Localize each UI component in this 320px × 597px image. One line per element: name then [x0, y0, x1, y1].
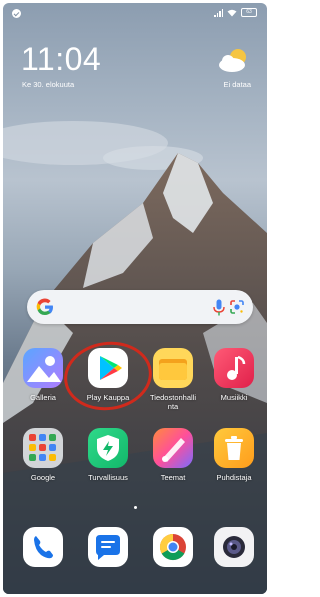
app-label: Galleria [30, 393, 56, 402]
dock-messages[interactable] [83, 527, 133, 567]
app-label: Teemat [160, 473, 186, 482]
gallery-icon [23, 348, 63, 388]
app-label: Musiikki [220, 393, 248, 402]
app-teemat[interactable]: Teemat [148, 428, 198, 482]
app-tiedostonhallinta[interactable]: Tiedostonhallinta [148, 348, 198, 411]
weather-label[interactable]: Ei dataa [223, 80, 251, 89]
status-icons: 63 [214, 8, 257, 17]
app-galleria[interactable]: Galleria [18, 348, 68, 402]
app-google-folder[interactable]: Google [18, 428, 68, 482]
app-label: Turvallisuus [88, 473, 128, 482]
app-label: Tiedostonhallinta [150, 393, 196, 411]
messages-icon [88, 527, 128, 567]
partly-cloudy-icon[interactable] [217, 47, 251, 73]
signal-icon [214, 8, 223, 17]
google-lens-icon[interactable] [229, 299, 245, 315]
clock-time[interactable]: 11:04 [21, 41, 101, 78]
home-screen: 63 11:04 Ke 30. elokuuta Ei dataa Galler… [3, 3, 267, 594]
themes-icon [153, 428, 193, 468]
battery-indicator: 63 [241, 8, 257, 17]
google-search-bar[interactable] [27, 290, 253, 324]
status-bar: 63 [3, 3, 267, 25]
chrome-icon [153, 527, 193, 567]
app-puhdistaja[interactable]: Puhdistaja [209, 428, 259, 482]
app-label: Google [30, 473, 56, 482]
wifi-icon [227, 9, 237, 16]
page-dot [133, 506, 137, 509]
google-folder-icon [23, 428, 63, 468]
notification-check-icon [12, 9, 21, 18]
app-musiikki[interactable]: Musiikki [209, 348, 259, 402]
security-shield-icon [88, 428, 128, 468]
clock-date[interactable]: Ke 30. elokuuta [22, 80, 74, 89]
app-label: Puhdistaja [216, 473, 252, 482]
phone-icon [23, 527, 63, 567]
folder-icon [153, 348, 193, 388]
music-icon [214, 348, 254, 388]
dock-camera[interactable] [209, 527, 259, 567]
page-indicator [3, 506, 267, 509]
dock-phone[interactable] [18, 527, 68, 567]
microphone-icon[interactable] [213, 299, 225, 316]
google-g-icon [36, 298, 53, 316]
cleaner-trash-icon [214, 428, 254, 468]
camera-icon [214, 527, 254, 567]
app-turvallisuus[interactable]: Turvallisuus [83, 428, 133, 482]
dock-chrome[interactable] [148, 527, 198, 567]
